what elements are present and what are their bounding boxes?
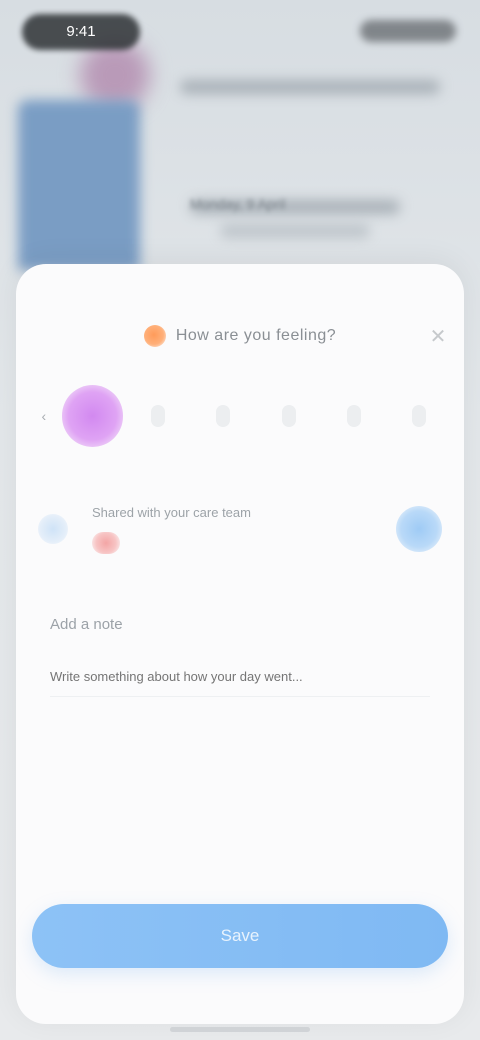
reaction-happy[interactable]	[61, 385, 124, 447]
notes-title: Add a note	[50, 616, 123, 633]
home-indicator[interactable]	[170, 1027, 310, 1032]
card-text: Shared with your care team	[92, 505, 396, 554]
background-text-line	[180, 80, 440, 94]
reaction-calm[interactable]	[127, 385, 188, 447]
sheet-header: How are you feeling?	[16, 316, 464, 356]
mood-icon	[143, 325, 166, 347]
background-caption: Monday, 9 April	[190, 196, 286, 212]
card-description: Shared with your care team	[92, 504, 251, 520]
chevron-left-icon[interactable]: ‹	[30, 402, 58, 430]
reaction-row: ‹	[30, 376, 450, 456]
save-button[interactable]: Save	[32, 904, 448, 968]
lock-icon	[38, 514, 68, 544]
mood-bottom-sheet: How are you feeling? ✕ ‹ Shared with you…	[16, 264, 464, 1024]
close-button[interactable]: ✕	[426, 324, 450, 348]
heart-icon	[92, 531, 120, 554]
screen: Monday, 9 April 9:41 How are you feeling…	[0, 0, 480, 1040]
background-text-line	[220, 224, 370, 238]
sheet-title: How are you feeling?	[175, 327, 337, 344]
reaction-sad[interactable]	[258, 385, 319, 447]
reaction-neutral[interactable]	[192, 385, 253, 447]
signal-battery-icons	[360, 20, 456, 42]
divider	[50, 696, 430, 697]
send-button[interactable]	[396, 506, 442, 552]
reaction-tired[interactable]	[389, 385, 450, 447]
info-card: Shared with your care team	[38, 486, 442, 572]
background-image	[18, 100, 140, 270]
notes-input[interactable]	[50, 662, 430, 690]
status-bar: 9:41	[0, 0, 480, 64]
reaction-angry[interactable]	[323, 385, 384, 447]
status-time: 9:41	[66, 23, 96, 40]
close-icon: ✕	[429, 325, 447, 348]
